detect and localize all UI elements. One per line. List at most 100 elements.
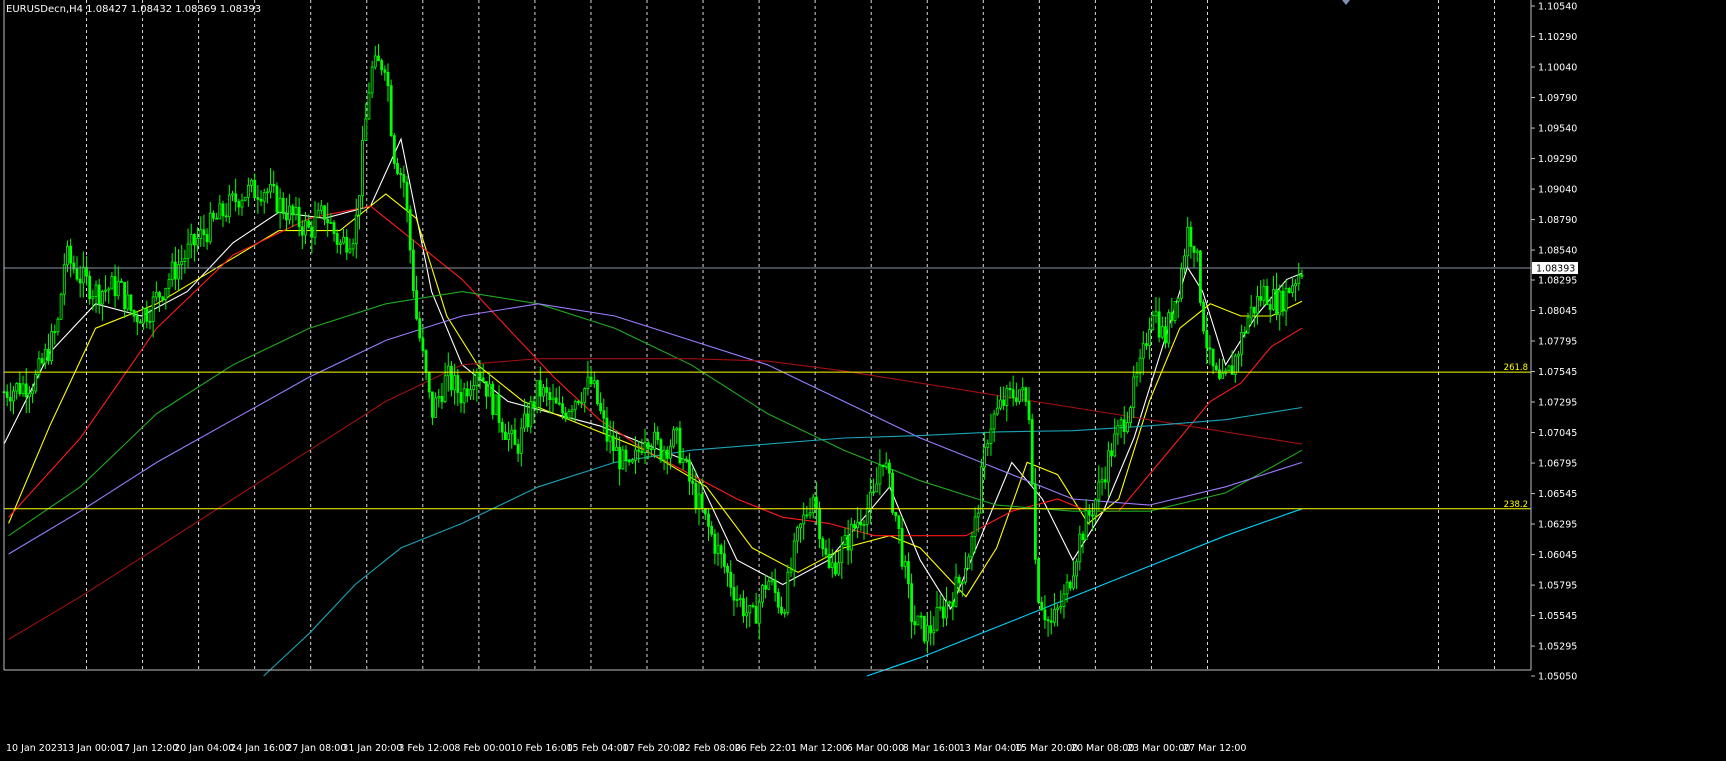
candle-body xyxy=(1122,419,1126,433)
y-tick-label: 1.05545 xyxy=(1538,611,1577,622)
candle-body xyxy=(243,196,247,201)
candle-body xyxy=(1151,315,1155,330)
x-tick-label: 26 Feb 22:01 xyxy=(735,743,797,754)
candle-body xyxy=(1002,399,1006,406)
candle-body xyxy=(846,535,850,551)
fib-level-label: 261.8 xyxy=(1504,363,1528,373)
candle-body xyxy=(50,331,54,362)
candle-body xyxy=(881,464,885,467)
candle-body xyxy=(713,533,717,554)
candle-body xyxy=(1145,343,1148,346)
candle-body xyxy=(1281,290,1285,312)
candle-body xyxy=(484,381,488,397)
candle-body xyxy=(1287,287,1291,294)
x-tick-label: 31 Jan 20:00 xyxy=(342,743,402,754)
candle-body xyxy=(212,212,215,219)
candle-body xyxy=(370,66,374,94)
candle-body xyxy=(621,449,625,470)
candle-body xyxy=(408,209,412,251)
candle-body xyxy=(605,417,609,442)
candle-body xyxy=(722,553,726,567)
candle-body xyxy=(776,592,780,608)
candle-body xyxy=(573,400,577,411)
candle-body xyxy=(424,350,428,373)
candle-body xyxy=(1068,581,1072,589)
candle-body xyxy=(1008,387,1012,391)
y-tick-label: 1.05795 xyxy=(1538,581,1577,592)
candle-body xyxy=(1202,302,1205,332)
candle-body xyxy=(18,382,22,395)
candle-body xyxy=(154,292,158,298)
candle-body xyxy=(405,181,409,211)
x-tick-label: 27 Jan 08:00 xyxy=(286,743,346,754)
candle-body xyxy=(754,605,758,624)
candle-body xyxy=(43,349,47,364)
candle-body xyxy=(110,276,114,290)
y-tick-label: 1.05050 xyxy=(1538,672,1577,683)
candle-body xyxy=(805,514,809,517)
candle-body xyxy=(246,185,250,198)
candle-body xyxy=(202,229,206,236)
candle-body xyxy=(1148,329,1152,346)
candle-body xyxy=(1106,450,1110,483)
candle-body xyxy=(865,507,869,525)
candle-body xyxy=(691,480,695,484)
candle-body xyxy=(113,276,117,297)
candle-body xyxy=(897,515,901,529)
candle-body xyxy=(1179,268,1183,299)
candle-body xyxy=(545,387,549,393)
candle-body xyxy=(358,195,361,216)
candle-body xyxy=(761,585,764,603)
candle-body xyxy=(684,458,688,461)
candle-body xyxy=(583,388,587,403)
candle-body xyxy=(913,621,917,626)
candle-body xyxy=(116,280,120,297)
candle-body xyxy=(557,402,561,405)
y-tick-label: 1.08540 xyxy=(1538,246,1577,257)
candle-body xyxy=(475,372,479,386)
candle-body xyxy=(1056,607,1059,610)
candle-body xyxy=(313,216,317,238)
candle-body xyxy=(1227,365,1231,372)
candle-body xyxy=(342,237,345,244)
candle-body xyxy=(221,203,225,217)
candle-body xyxy=(491,383,495,415)
candle-body xyxy=(1030,419,1034,485)
chart-canvas[interactable]: 261.8 238.2 1.08393 1.10540 1.10290 1.10040 1… xyxy=(0,0,1726,757)
candle-body xyxy=(523,413,526,429)
candle-body xyxy=(278,197,282,213)
candle-body xyxy=(310,226,314,238)
candle-body xyxy=(411,249,415,291)
candle-body xyxy=(367,92,371,120)
candle-body xyxy=(589,376,593,385)
candle-body xyxy=(780,606,783,614)
candle-body xyxy=(688,459,691,482)
y-tick-label: 1.07795 xyxy=(1538,337,1577,348)
candle-body xyxy=(304,220,307,236)
candle-body xyxy=(818,508,821,540)
x-tick-label: 6 Mar 00:00 xyxy=(847,743,904,754)
candle-body xyxy=(710,525,714,535)
candle-body xyxy=(907,561,910,585)
chart-background xyxy=(0,0,1726,757)
candle-body xyxy=(389,85,393,137)
y-tick-label: 1.08045 xyxy=(1538,306,1577,317)
candle-body xyxy=(1221,373,1225,379)
candle-body xyxy=(354,214,358,245)
candle-body xyxy=(602,410,606,419)
x-tick-label: 13 Mar 04:00 xyxy=(959,743,1022,754)
x-tick-label: 20 Mar 08:00 xyxy=(1071,743,1134,754)
candle-body xyxy=(1198,250,1202,303)
candle-body xyxy=(364,118,368,141)
candle-body xyxy=(1268,304,1272,310)
candle-body xyxy=(1186,226,1190,257)
candle-body xyxy=(646,442,650,450)
x-tick-label: 15 Feb 04:00 xyxy=(567,743,629,754)
candle-body xyxy=(1192,246,1196,253)
candle-body xyxy=(224,215,228,218)
candle-body xyxy=(256,197,260,200)
candle-body xyxy=(434,397,437,418)
x-tick-label: 17 Feb 20:00 xyxy=(623,743,685,754)
x-tick-label: 23 Mar 00:00 xyxy=(1127,743,1190,754)
price-chart[interactable]: 261.8 238.2 1.08393 1.10540 1.10290 1.10040 1… xyxy=(0,0,1726,757)
